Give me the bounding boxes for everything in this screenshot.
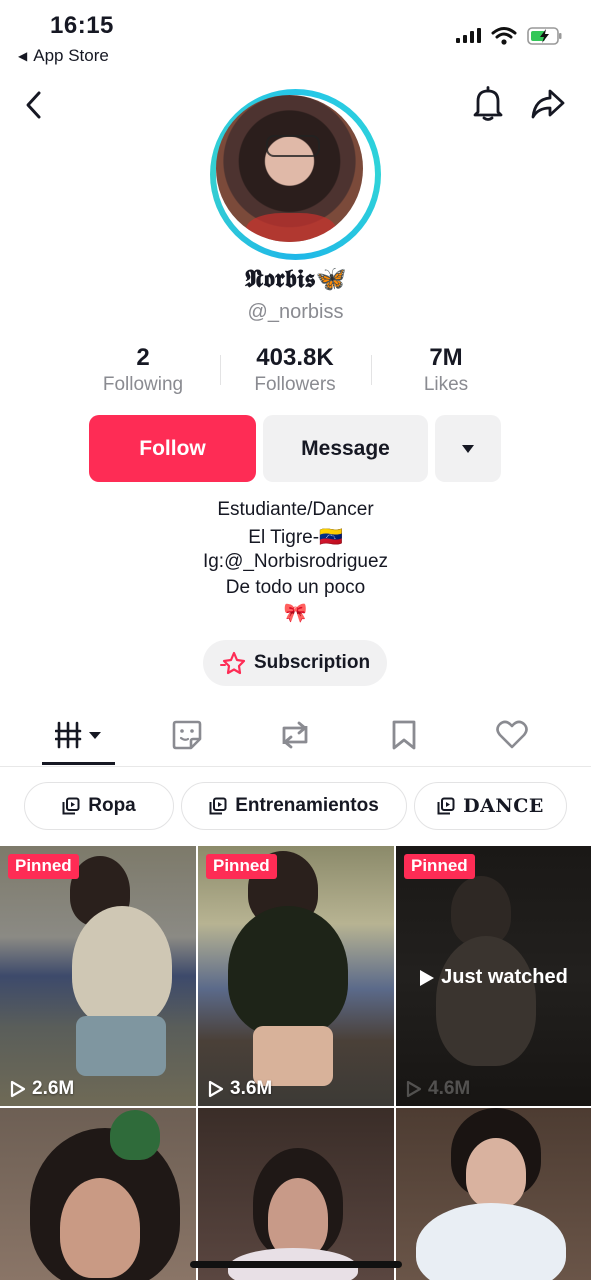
videos-grid-icon	[55, 721, 101, 749]
bio-line: El Tigre-🇻🇪	[248, 527, 343, 548]
avatar[interactable]	[210, 89, 381, 260]
caret-down-icon	[462, 444, 474, 453]
home-indicator	[190, 1261, 402, 1268]
bio-line: 🎀	[283, 603, 308, 624]
playlist-dance[interactable]: DANCE	[414, 782, 567, 830]
playlist-ropa[interactable]: Ropa	[24, 782, 174, 830]
play-outline-icon	[208, 1080, 224, 1098]
stat-following[interactable]: 2 Following	[68, 344, 218, 396]
tab-reposts[interactable]	[265, 710, 325, 760]
playlist-entrenamientos[interactable]: Entrenamientos	[181, 782, 407, 830]
bio-line[interactable]: Ig:@_Norbisrodriguez	[0, 551, 591, 573]
pinned-badge: Pinned	[206, 854, 277, 879]
stat-likes[interactable]: 7M Likes	[371, 344, 521, 396]
username-handle: @_norbiss	[247, 301, 344, 323]
notification-button[interactable]	[468, 84, 508, 124]
playlist-label: DANCE	[463, 795, 544, 817]
view-count-label: 4.6M	[428, 1078, 471, 1099]
followers-count: 403.8K	[256, 344, 334, 371]
view-count: 3.6M	[208, 1078, 272, 1100]
back-button[interactable]	[14, 85, 54, 125]
just-watched-label: Just watched	[441, 966, 568, 988]
video-tile[interactable]	[198, 1108, 394, 1280]
tab-liked[interactable]	[482, 710, 542, 760]
play-outline-icon	[406, 1080, 422, 1098]
display-name: 𝕹𝖔𝖗𝖇𝖎𝖘🦋	[244, 264, 347, 293]
battery-charging-icon	[527, 27, 562, 45]
subscription-button[interactable]: Subscription	[203, 640, 387, 686]
pinned-badge: Pinned	[8, 854, 79, 879]
playlist-label: Entrenamientos	[235, 795, 379, 816]
tab-videos[interactable]	[48, 710, 110, 760]
bookmark-icon	[392, 720, 416, 750]
share-button[interactable]	[528, 84, 568, 124]
stat-followers[interactable]: 403.8K Followers	[220, 344, 370, 396]
active-tab-indicator	[42, 762, 115, 765]
status-icons	[455, 26, 563, 46]
status-time: 16:15	[50, 12, 114, 39]
suggested-accounts-button[interactable]	[435, 415, 501, 482]
view-count-label: 3.6M	[230, 1078, 273, 1099]
back-app-label: App Store	[33, 46, 109, 65]
likes-count: 7M	[429, 344, 463, 371]
follow-button[interactable]: Follow	[89, 415, 256, 482]
play-icon	[420, 969, 435, 986]
avatar-photo	[216, 95, 363, 242]
back-to-app-store[interactable]: ◀ App Store	[18, 46, 109, 66]
playlist-label: Ropa	[88, 795, 136, 816]
bio-line: Estudiante/Dancer	[217, 499, 374, 520]
heart-icon	[496, 720, 528, 749]
tabs-divider	[0, 766, 591, 767]
sticker-icon	[172, 720, 202, 750]
just-watched-overlay: Just watched	[396, 966, 591, 989]
following-count: 2	[136, 344, 150, 371]
share-arrow-icon	[531, 89, 565, 119]
wifi-icon	[491, 27, 517, 45]
video-tile[interactable]: Pinned Just watched 4.6M	[396, 846, 591, 1106]
video-tile[interactable]: Pinned 3.6M	[198, 846, 394, 1106]
video-tile[interactable]	[396, 1108, 591, 1280]
tab-favorites[interactable]	[374, 710, 434, 760]
video-tile[interactable]: Pinned 2.6M	[0, 846, 196, 1106]
play-outline-icon	[10, 1080, 26, 1098]
likes-label: Likes	[423, 374, 469, 395]
playlist-icon	[62, 797, 80, 815]
tab-stickers[interactable]	[157, 710, 217, 760]
view-count: 4.6M	[406, 1078, 470, 1100]
following-label: Following	[102, 374, 184, 395]
view-count: 2.6M	[10, 1078, 74, 1100]
chevron-left-icon	[26, 91, 41, 119]
subscription-label: Subscription	[253, 652, 371, 673]
video-tile[interactable]	[0, 1108, 196, 1280]
repost-icon	[282, 721, 308, 749]
subscription-star-icon	[219, 651, 246, 675]
message-button[interactable]: Message	[263, 415, 428, 482]
view-count-label: 2.6M	[32, 1078, 75, 1099]
playlist-icon	[209, 797, 227, 815]
followers-label: Followers	[254, 374, 336, 395]
back-triangle-icon: ◀	[18, 49, 28, 63]
cellular-signal-icon	[456, 28, 481, 43]
pinned-badge: Pinned	[404, 854, 475, 879]
bell-icon	[473, 86, 503, 121]
bio-line: De todo un poco	[225, 577, 366, 598]
playlist-icon	[437, 797, 455, 815]
